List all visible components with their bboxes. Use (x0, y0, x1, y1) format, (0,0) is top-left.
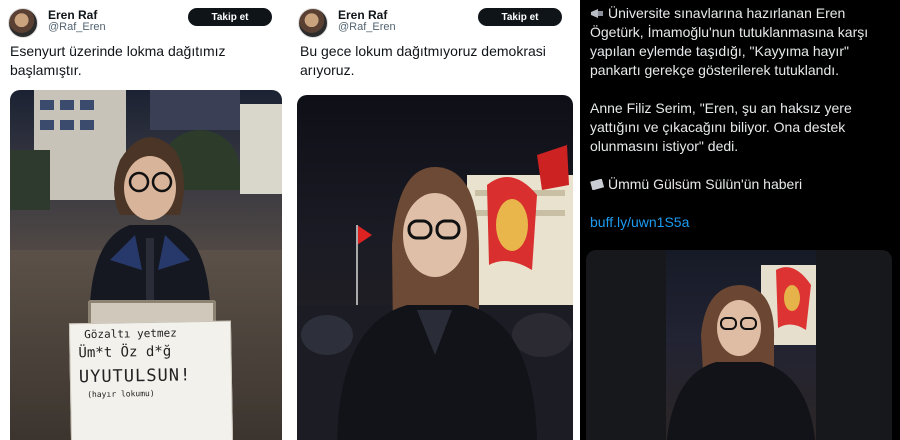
article-link[interactable]: buff.ly/uwn1S5a (590, 214, 689, 230)
newspaper-icon (590, 179, 604, 190)
author-name[interactable]: Eren Raf (48, 8, 97, 22)
avatar[interactable] (8, 8, 38, 38)
paragraph: Ümmü Gülsüm Sülün'ün haberi (590, 175, 890, 194)
author-name[interactable]: Eren Raf (338, 8, 387, 22)
tweet-text: Esenyurt üzerinde lokma dağıtımız başlam… (10, 43, 226, 78)
media-card[interactable] (586, 250, 892, 440)
tweet-text: Bu gece lokum dağıtmıyoruz demokrasi arı… (300, 43, 546, 78)
author-handle[interactable]: @Raf_Eren (338, 21, 396, 33)
tweet-photo[interactable] (297, 95, 573, 440)
cardboard-sign: Gözaltı yetmez Üm*t Öz d*ğ UYUTULSUN! (h… (68, 320, 234, 440)
paragraph: Üniversite sınavlarına hazırlanan Eren Ö… (590, 4, 890, 80)
sign-line: Gözaltı yetmez (84, 326, 177, 342)
portrait-thumbnail (666, 265, 816, 440)
tweet-body: Üniversite sınavlarına hazırlanan Eren Ö… (590, 4, 890, 251)
para3-text: Ümmü Gülsüm Sülün'ün haberi (608, 176, 803, 192)
author-handle[interactable]: @Raf_Eren (48, 21, 106, 33)
follow-button[interactable]: Takip et (478, 8, 562, 26)
paragraph: Anne Filiz Serim, "Eren, şu an haksız ye… (590, 100, 852, 154)
avatar[interactable] (298, 8, 328, 38)
sign-line: (hayır lokumu) (87, 388, 155, 400)
tweet-panel-1: Eren Raf @Raf_Eren Takip et Esenyurt üze… (0, 0, 290, 440)
protest-scene (297, 145, 573, 440)
megaphone-icon (591, 9, 603, 18)
tweet-photo[interactable] (666, 250, 816, 440)
follow-button[interactable]: Takip et (188, 8, 272, 26)
tweet-photo[interactable]: Gözaltı yetmez Üm*t Öz d*ğ UYUTULSUN! (h… (10, 90, 282, 440)
sign-line: UYUTULSUN! (78, 365, 192, 388)
para1-text: Üniversite sınavlarına hazırlanan Eren Ö… (590, 5, 869, 78)
sign-line: Üm*t Öz d*ğ (78, 343, 172, 362)
